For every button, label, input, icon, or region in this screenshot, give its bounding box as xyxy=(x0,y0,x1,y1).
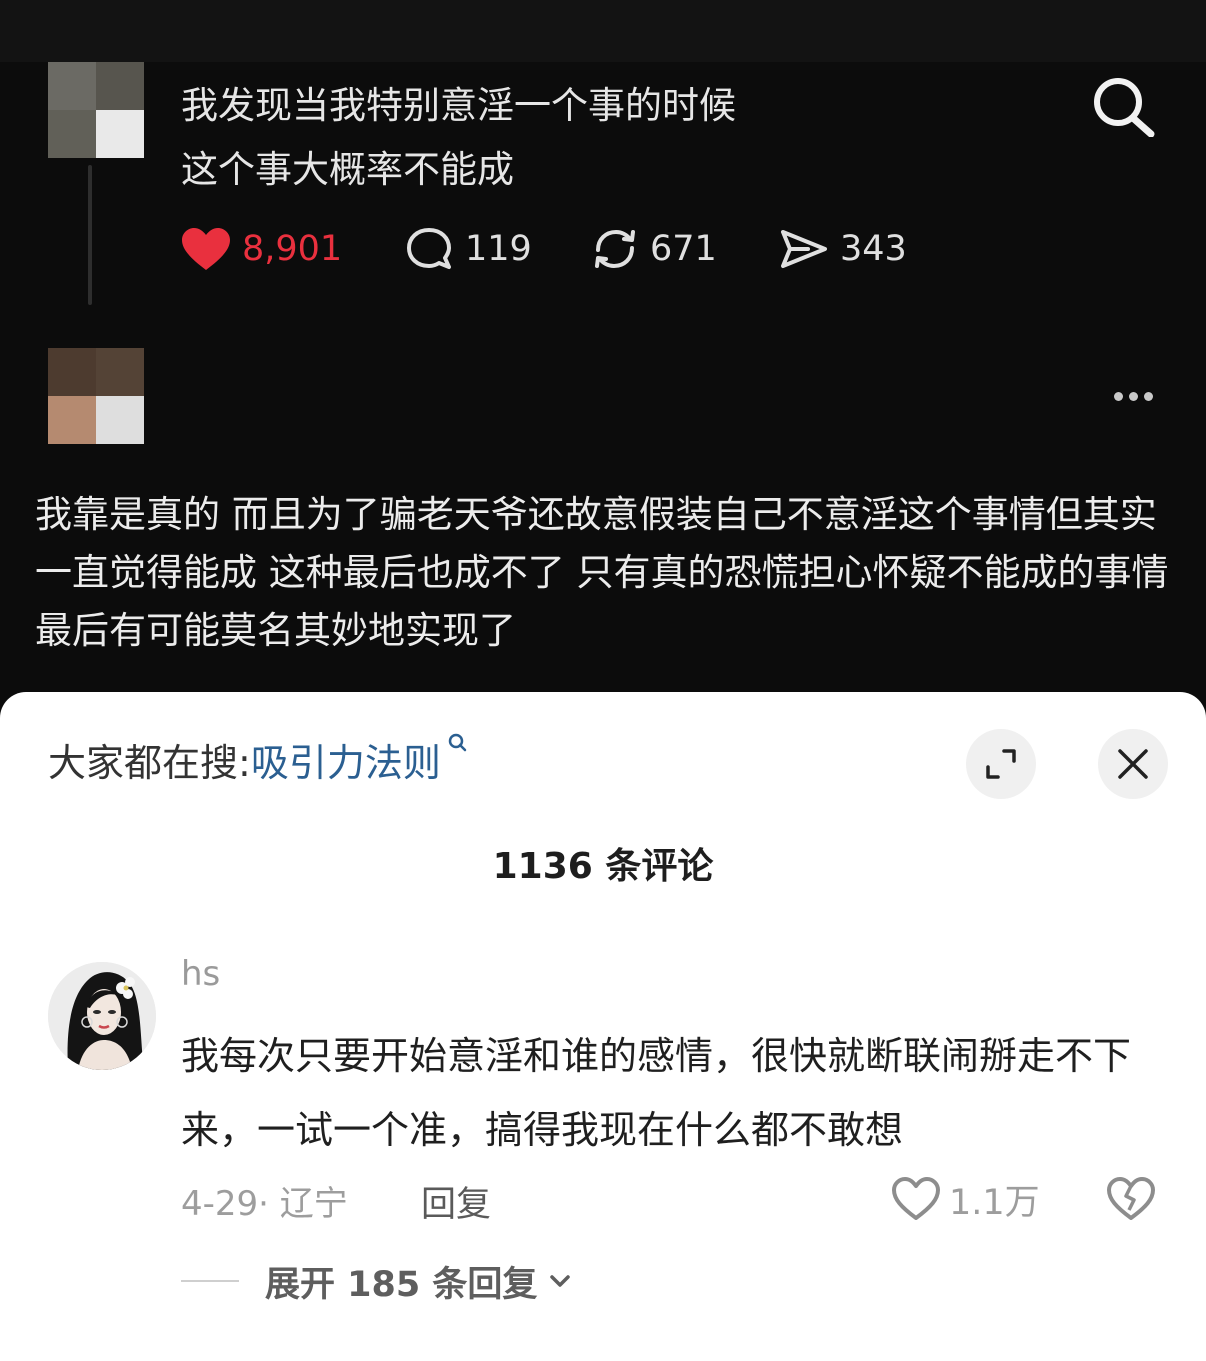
trending-search[interactable]: 大家都在搜:吸引力法则 xyxy=(48,732,468,787)
comment-like-count: 1.1万 xyxy=(949,1182,1040,1223)
share-count: 343 xyxy=(840,229,907,269)
search-icon[interactable] xyxy=(1090,75,1156,138)
top-strip xyxy=(0,0,1206,62)
repost-icon xyxy=(595,229,635,269)
chevron-down-icon xyxy=(550,1275,571,1287)
post-text: 我发现当我特别意淫一个事的时候 这个事大概率不能成 xyxy=(181,74,736,202)
thread-line xyxy=(88,165,92,305)
expand-divider xyxy=(181,1280,239,1282)
repost-action[interactable]: 671 xyxy=(590,226,717,272)
like-count: 8,901 xyxy=(242,229,343,269)
share-action[interactable]: 343 xyxy=(778,226,907,272)
more-dot xyxy=(1129,391,1138,401)
more-dot xyxy=(1114,391,1123,401)
replier-avatar[interactable] xyxy=(48,348,144,444)
comment-text: 我每次只要开始意淫和谁的感情，很快就断联闹掰走不下来，一试一个准，搞得我现在什么… xyxy=(181,1034,1132,1152)
author-avatar[interactable] xyxy=(48,62,144,158)
trending-search-prefix: 大家都在搜: xyxy=(48,741,251,785)
more-icon[interactable] xyxy=(1114,385,1164,407)
expand-replies-button[interactable]: 展开 185 条回复 xyxy=(181,1258,573,1305)
post-text-line-2: 这个事大概率不能成 xyxy=(181,148,514,191)
trending-search-term[interactable]: 吸引力法则 xyxy=(251,741,441,785)
close-icon xyxy=(1118,749,1148,779)
more-dot xyxy=(1144,391,1153,401)
like-action[interactable]: 8,901 xyxy=(180,226,342,272)
reply-post-text: 我靠是真的 而且为了骗老天爷还故意假装自己不意淫这个事情但其实一直觉得能成 这种… xyxy=(35,493,1169,652)
comment-action[interactable]: 119 xyxy=(405,226,532,272)
share-icon xyxy=(781,230,827,268)
comment-count-title: 1136 条评论 xyxy=(492,846,714,887)
expand-replies-label: 展开 185 条回复 xyxy=(265,1264,538,1305)
broken-heart-icon[interactable] xyxy=(1106,1176,1156,1222)
comment-like-button[interactable]: 1.1万 xyxy=(891,1174,1040,1224)
reply-button[interactable]: 回复 xyxy=(421,1176,491,1227)
comment-count: 119 xyxy=(465,229,532,269)
repost-count: 671 xyxy=(650,229,717,269)
comments-sheet: 大家都在搜:吸引力法则 1136 条评论 hs 我每次只要开始意淫和谁的感情，很… xyxy=(0,692,1206,1361)
expand-button[interactable] xyxy=(966,729,1036,799)
commenter-avatar[interactable] xyxy=(48,962,156,1070)
comment-username[interactable]: hs xyxy=(181,954,220,994)
heart-filled-icon xyxy=(182,228,230,270)
close-button[interactable] xyxy=(1098,729,1168,799)
post-text-line-1: 我发现当我特别意淫一个事的时候 xyxy=(181,84,736,127)
comment-meta: 4-29· 辽宁 xyxy=(181,1184,348,1224)
heart-outline-icon xyxy=(892,1177,940,1220)
comment-icon xyxy=(407,228,451,269)
search-small-icon xyxy=(441,733,468,760)
expand-icon xyxy=(986,749,1016,779)
